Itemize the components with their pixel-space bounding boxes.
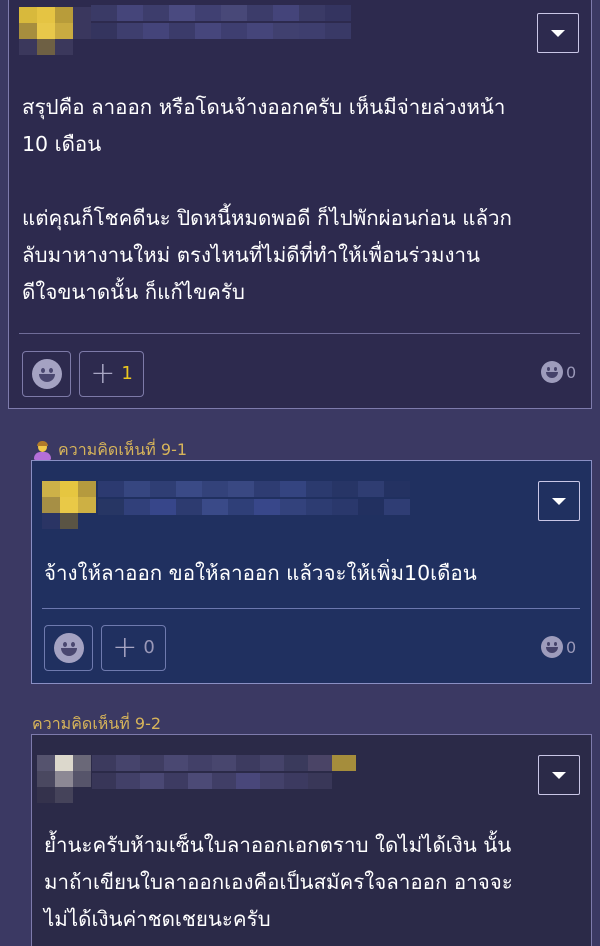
comment-menu-button[interactable] bbox=[538, 755, 580, 795]
chevron-down-icon bbox=[552, 771, 566, 779]
reaction-count: 0 bbox=[566, 637, 577, 657]
plus-count: 0 bbox=[143, 637, 155, 658]
username[interactable] bbox=[98, 481, 410, 497]
comment-body: สรุปคือ ลาออก หรือโดนจ้างออกครับ เห็นมีจ… bbox=[22, 95, 512, 304]
plus-icon: + bbox=[90, 356, 116, 391]
chevron-down-icon bbox=[552, 497, 566, 505]
reply-card: จ้างให้ลาออก ขอให้ลาออก แล้วจะให้เพิ่ม10… bbox=[31, 460, 592, 684]
comment-menu-button[interactable] bbox=[537, 13, 579, 53]
reply-card: ย้ำนะครับห้ามเซ็นใบลาออกเอกตราบ ใดไม่ได้… bbox=[31, 734, 592, 946]
username[interactable] bbox=[91, 5, 351, 21]
smiley-icon bbox=[53, 633, 84, 663]
comment-card: สรุปคือ ลาออก หรือโดนจ้างออกครับ เห็นมีจ… bbox=[8, 0, 592, 409]
comment-body: จ้างให้ลาออก ขอให้ลาออก แล้วจะให้เพิ่ม10… bbox=[44, 561, 477, 585]
avatar[interactable] bbox=[42, 481, 96, 497]
emoji-react-button[interactable] bbox=[22, 351, 71, 397]
person-icon bbox=[32, 440, 52, 461]
comment-menu-button[interactable] bbox=[538, 481, 580, 521]
reaction-summary[interactable]: 0 bbox=[541, 636, 576, 658]
avatar[interactable] bbox=[37, 755, 91, 771]
chevron-down-icon bbox=[551, 29, 565, 37]
reaction-summary[interactable]: 0 bbox=[541, 361, 576, 383]
divider bbox=[42, 608, 580, 609]
smiley-icon bbox=[541, 636, 563, 658]
plus-icon: + bbox=[112, 630, 138, 665]
emoji-react-button[interactable] bbox=[44, 625, 93, 671]
comment-body: ย้ำนะครับห้ามเซ็นใบลาออกเอกตราบ ใดไม่ได้… bbox=[44, 833, 513, 931]
smiley-icon bbox=[31, 359, 62, 389]
plus-one-button[interactable]: + 1 bbox=[79, 351, 144, 397]
avatar[interactable] bbox=[19, 7, 91, 23]
divider bbox=[19, 333, 580, 334]
plus-count: 1 bbox=[121, 363, 133, 384]
smiley-icon bbox=[541, 361, 563, 383]
username[interactable] bbox=[92, 755, 356, 771]
plus-one-button[interactable]: + 0 bbox=[101, 625, 166, 671]
reaction-count: 0 bbox=[566, 362, 577, 382]
